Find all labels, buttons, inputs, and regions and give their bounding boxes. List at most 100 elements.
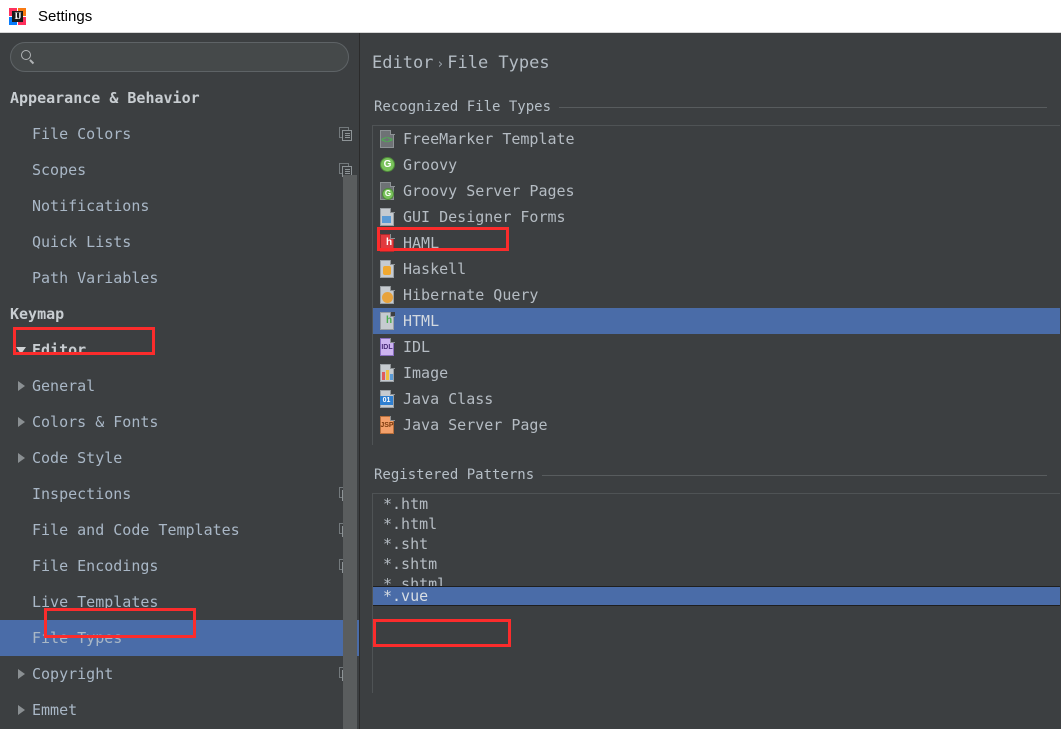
chevron-down-icon[interactable] — [10, 346, 32, 354]
breadcrumb-parent[interactable]: Editor — [372, 53, 433, 73]
sidebar-item-keymap[interactable]: Keymap — [0, 296, 359, 332]
file-type-label: Haskell — [403, 260, 467, 278]
sidebar-item-label: File Encodings — [32, 557, 159, 575]
file-type-row[interactable]: 01 Java Class — [373, 386, 1060, 412]
freemarker-file-icon: <> — [379, 130, 396, 148]
idl-file-icon: IDL — [379, 338, 396, 356]
copy-icon[interactable] — [339, 127, 353, 141]
sidebar-item-label: Inspections — [32, 485, 132, 503]
sidebar-item-label: Live Templates — [32, 593, 159, 611]
sidebar-item-scopes[interactable]: Scopes — [0, 152, 359, 188]
chevron-right-icon[interactable] — [10, 453, 32, 463]
sidebar-item-label: Code Style — [32, 449, 123, 467]
file-type-label: Groovy Server Pages — [403, 182, 575, 200]
gsp-file-icon: G — [379, 182, 396, 200]
sidebar-item-label: General — [32, 377, 96, 395]
sidebar-item-notifications[interactable]: Notifications — [0, 188, 359, 224]
file-type-row[interactable]: <> FreeMarker Template — [373, 126, 1060, 152]
pattern-row[interactable]: *.shtm — [373, 554, 1060, 574]
sidebar-item-label: Editor — [32, 341, 87, 359]
file-type-row[interactable]: Hibernate Query — [373, 282, 1060, 308]
file-type-label: FreeMarker Template — [403, 130, 575, 148]
window-title: Settings — [38, 7, 93, 25]
file-type-row[interactable]: Haskell — [373, 256, 1060, 282]
recognized-file-types-title: Recognized File Types — [374, 99, 552, 115]
chevron-right-icon[interactable] — [10, 669, 32, 679]
sidebar-scrollbar[interactable] — [343, 175, 357, 729]
file-type-label: Groovy — [403, 156, 458, 174]
file-type-label: Image — [403, 364, 449, 382]
file-type-label: Java Class — [403, 390, 494, 408]
registered-patterns-header: Registered Patterns — [360, 467, 1061, 483]
sidebar-item-path-variables[interactable]: Path Variables — [0, 260, 359, 296]
file-types-panel: Editor › File Types Recognized File Type… — [360, 33, 1061, 729]
sidebar-item-general[interactable]: General — [0, 368, 359, 404]
breadcrumb-current: File Types — [447, 53, 550, 73]
chevron-right-icon[interactable] — [10, 705, 32, 715]
sidebar-item-copyright[interactable]: Copyright — [0, 656, 359, 692]
file-type-row[interactable]: JSP Java Server Page — [373, 412, 1060, 438]
sidebar-item-inspections[interactable]: Inspections — [0, 476, 359, 512]
sidebar-item-label: Path Variables — [32, 269, 159, 287]
sidebar-item-label: Scopes — [32, 161, 87, 179]
sidebar-item-label: Appearance & Behavior — [10, 89, 200, 107]
file-type-row[interactable]: h HTML — [373, 308, 1060, 334]
file-type-label: Hibernate Query — [403, 286, 539, 304]
sidebar-item-emmet[interactable]: Emmet — [0, 692, 359, 728]
search-box[interactable] — [10, 42, 349, 72]
search-container — [0, 33, 359, 72]
sidebar-item-label: Colors & Fonts — [32, 413, 159, 431]
file-type-row[interactable]: IDL IDL — [373, 334, 1060, 360]
sidebar-item-colors-fonts[interactable]: Colors & Fonts — [0, 404, 359, 440]
groovy-file-icon: G — [379, 156, 396, 174]
recognized-file-types-list[interactable]: <> FreeMarker Template G Groovy G Groovy Serv… — [372, 125, 1060, 445]
sidebar-item-editor[interactable]: Editor — [0, 332, 359, 368]
sidebar-item-quick-lists[interactable]: Quick Lists — [0, 224, 359, 260]
pattern-row[interactable]: *.htm — [373, 494, 1060, 514]
file-type-row[interactable]: GUI Designer Forms — [373, 204, 1060, 230]
haml-file-icon: h — [379, 234, 396, 252]
chevron-right-icon[interactable] — [10, 381, 32, 391]
pattern-row[interactable]: *.sht — [373, 534, 1060, 554]
sidebar-item-label: Notifications — [32, 197, 150, 215]
file-type-row[interactable]: G Groovy Server Pages — [373, 178, 1060, 204]
pattern-label: *.shtm — [383, 555, 438, 573]
sidebar-item-file-colors[interactable]: File Colors — [0, 116, 359, 152]
file-type-label: GUI Designer Forms — [403, 208, 566, 226]
sidebar-item-file-types[interactable]: File Types — [0, 620, 359, 656]
file-type-label: IDL — [403, 338, 431, 356]
hibernate-file-icon — [379, 286, 396, 304]
registered-patterns-title: Registered Patterns — [374, 467, 535, 483]
sidebar-item-file-encodings[interactable]: File Encodings — [0, 548, 359, 584]
search-icon — [21, 49, 36, 65]
recognized-file-types-header: Recognized File Types — [360, 99, 1061, 115]
sidebar-item-label: File and Code Templates — [32, 521, 240, 539]
file-type-label: HAML — [403, 234, 440, 252]
sidebar-item-appearance-behavior[interactable]: Appearance & Behavior — [0, 80, 359, 116]
settings-sidebar: Appearance & Behavior File Colors Scopes No… — [0, 33, 360, 729]
pattern-label: *.sht — [383, 535, 429, 553]
sidebar-item-file-and-code-templates[interactable]: File and Code Templates — [0, 512, 359, 548]
sidebar-item-code-style[interactable]: Code Style — [0, 440, 359, 476]
sidebar-item-label: Keymap — [10, 305, 65, 323]
file-type-row[interactable]: h HAML — [373, 230, 1060, 256]
search-input[interactable] — [44, 49, 338, 65]
file-type-label: HTML — [403, 312, 440, 330]
html-file-icon: h — [379, 312, 396, 330]
pattern-label: *.vue — [383, 587, 429, 605]
registered-patterns-list[interactable]: *.htm *.html *.sht *.shtm *.shtml *.vue — [372, 493, 1060, 693]
pattern-label: *.htm — [383, 495, 429, 513]
intellij-idea-logo-icon: IJ — [9, 7, 26, 25]
chevron-right-icon[interactable] — [10, 417, 32, 427]
section-divider — [542, 474, 1047, 476]
pattern-row[interactable]: *.html — [373, 514, 1060, 534]
sidebar-item-live-templates[interactable]: Live Templates — [0, 584, 359, 620]
file-type-row[interactable]: G Groovy — [373, 152, 1060, 178]
file-type-row[interactable]: Image — [373, 360, 1060, 386]
pattern-row-selected[interactable]: *.vue — [373, 586, 1060, 606]
window-titlebar: IJ Settings — [0, 0, 1061, 33]
section-divider — [559, 106, 1047, 108]
image-file-icon — [379, 364, 396, 382]
gui-form-file-icon — [379, 208, 396, 226]
sidebar-item-label: Copyright — [32, 665, 114, 683]
